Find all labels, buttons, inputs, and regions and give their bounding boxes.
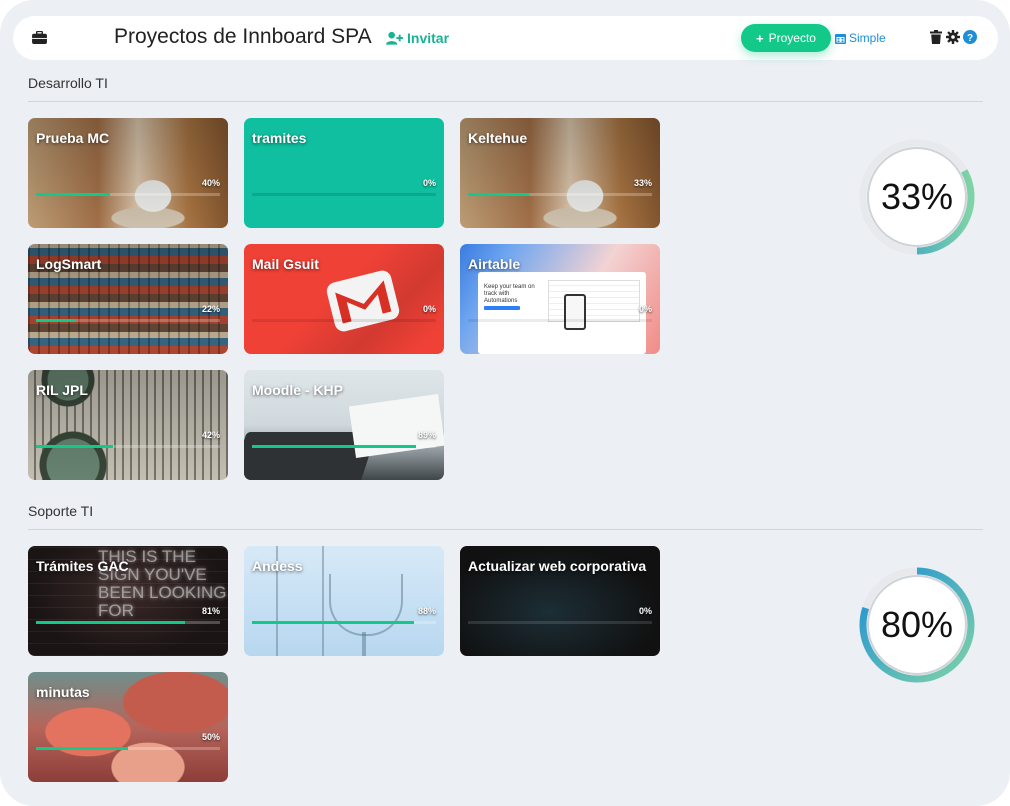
glass-graphic bbox=[362, 632, 366, 656]
page-title: Proyectos de Innboard SPA bbox=[114, 25, 372, 48]
progress-track bbox=[36, 319, 220, 322]
project-percent: 0% bbox=[638, 304, 652, 314]
gear-icon[interactable] bbox=[946, 30, 960, 44]
view-label: Simple bbox=[849, 31, 886, 45]
project-card[interactable]: Prueba MC 40% bbox=[28, 118, 228, 228]
progress-track bbox=[36, 621, 220, 624]
project-name: Trámites GAC bbox=[36, 558, 129, 574]
section-progress-gauge: 33% bbox=[857, 137, 977, 257]
progress-track bbox=[468, 193, 652, 196]
airtable-screenshot: Keep your team on track with Automations bbox=[478, 272, 646, 354]
progress-track bbox=[36, 747, 220, 750]
progress-fill bbox=[252, 621, 414, 624]
new-project-button[interactable]: + Proyecto bbox=[741, 24, 831, 52]
project-card[interactable]: Moodle - KHP 89% bbox=[244, 370, 444, 480]
section-divider bbox=[28, 529, 983, 530]
project-card[interactable]: THIS IS THE SIGN YOU'VE BEEN LOOKING FOR… bbox=[28, 546, 228, 656]
project-card[interactable]: RIL JPL 42% bbox=[28, 370, 228, 480]
gauge-value: 80% bbox=[880, 604, 954, 645]
project-name: Airtable bbox=[468, 256, 521, 272]
project-percent: 33% bbox=[633, 178, 652, 188]
project-percent: 40% bbox=[201, 178, 220, 188]
progress-fill bbox=[252, 445, 416, 448]
progress-track bbox=[252, 319, 436, 322]
progress-track bbox=[36, 193, 220, 196]
project-name: RIL JPL bbox=[36, 382, 88, 398]
project-percent: 0% bbox=[638, 606, 652, 616]
invite-label: Invitar bbox=[407, 30, 450, 46]
paper-graphic bbox=[348, 393, 444, 459]
progress-track bbox=[252, 193, 436, 196]
progress-fill bbox=[36, 621, 185, 624]
section-divider bbox=[28, 101, 983, 102]
project-percent: 42% bbox=[201, 430, 220, 440]
progress-track bbox=[36, 445, 220, 448]
project-percent: 81% bbox=[201, 606, 220, 616]
progress-fill bbox=[36, 193, 110, 196]
airtable-promo-text: Keep your team on track with Automations bbox=[484, 284, 535, 304]
section-title: Desarrollo TI bbox=[28, 75, 108, 91]
project-name: tramites bbox=[252, 130, 307, 146]
project-card[interactable]: Andess 88% bbox=[244, 546, 444, 656]
airtable-button-graphic bbox=[484, 306, 520, 310]
gauge-value: 33% bbox=[880, 176, 954, 217]
project-card[interactable]: LogSmart 22% bbox=[28, 244, 228, 354]
project-card[interactable]: Actualizar web corporativa 0% bbox=[460, 546, 660, 656]
view-toggle-simple[interactable]: Simple bbox=[835, 31, 886, 45]
progress-track bbox=[252, 621, 436, 624]
section-title: Soporte TI bbox=[28, 503, 94, 519]
trash-icon[interactable] bbox=[929, 30, 943, 44]
briefcase-icon bbox=[32, 31, 47, 44]
new-project-label: Proyecto bbox=[768, 31, 816, 45]
project-card[interactable]: Keep your team on track with Automations… bbox=[460, 244, 660, 354]
app-frame: Proyectos de Innboard SPA Invitar + Proy… bbox=[0, 0, 1010, 806]
gmail-logo-icon bbox=[326, 270, 400, 332]
progress-fill bbox=[36, 747, 128, 750]
project-name: Actualizar web corporativa bbox=[468, 558, 647, 574]
project-percent: 89% bbox=[417, 430, 436, 440]
header-bar: Proyectos de Innboard SPA Invitar + Proy… bbox=[13, 16, 998, 60]
plus-icon: + bbox=[756, 30, 764, 46]
project-card[interactable]: Mail Gsuit 0% bbox=[244, 244, 444, 354]
svg-text:?: ? bbox=[967, 33, 973, 44]
project-name: Andess bbox=[252, 558, 303, 574]
project-card[interactable]: minutas 50% bbox=[28, 672, 228, 782]
help-icon[interactable]: ? bbox=[963, 30, 977, 44]
project-name: LogSmart bbox=[36, 256, 102, 272]
progress-fill bbox=[36, 445, 113, 448]
project-name: minutas bbox=[36, 684, 90, 700]
progress-track bbox=[468, 319, 652, 322]
project-card[interactable]: Keltehue 33% bbox=[460, 118, 660, 228]
project-percent: 0% bbox=[422, 304, 436, 314]
glass-graphic bbox=[329, 574, 403, 636]
progress-track bbox=[468, 621, 652, 624]
project-percent: 0% bbox=[422, 178, 436, 188]
calendar-icon bbox=[835, 33, 846, 44]
airtable-table-graphic bbox=[548, 280, 640, 322]
project-name: Keltehue bbox=[468, 130, 528, 146]
progress-fill bbox=[36, 319, 76, 322]
add-user-icon bbox=[386, 31, 403, 45]
project-name: Prueba MC bbox=[36, 130, 110, 146]
project-percent: 50% bbox=[201, 732, 220, 742]
project-percent: 88% bbox=[417, 606, 436, 616]
section-progress-gauge: 80% bbox=[857, 565, 977, 685]
invite-button[interactable]: Invitar bbox=[386, 30, 449, 46]
project-name: Moodle - KHP bbox=[252, 382, 343, 398]
project-card[interactable]: tramites 0% bbox=[244, 118, 444, 228]
progress-fill bbox=[468, 193, 529, 196]
project-percent: 22% bbox=[201, 304, 220, 314]
phone-graphic bbox=[564, 294, 586, 330]
progress-track bbox=[252, 445, 436, 448]
project-name: Mail Gsuit bbox=[252, 256, 319, 272]
